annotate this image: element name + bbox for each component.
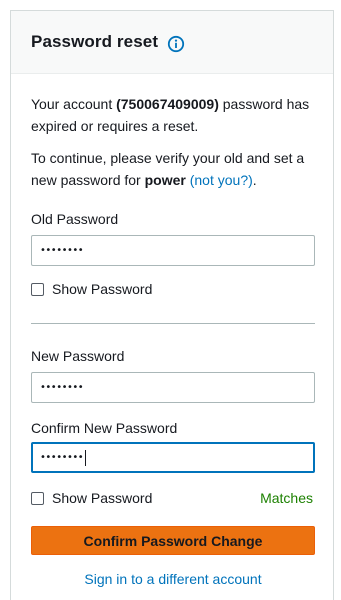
account-expired-message: Your account (750067409009) password has…	[31, 93, 321, 137]
new-password-value: ••••••••	[40, 382, 84, 393]
sign-in-different-account-link[interactable]: Sign in to a different account	[84, 571, 261, 587]
show-password-toggle-2[interactable]: Show Password	[31, 490, 152, 506]
page-title: Password reset	[31, 32, 159, 51]
info-icon[interactable]	[167, 35, 185, 53]
password-match-status: Matches	[260, 490, 313, 506]
old-password-input[interactable]: ••••••••	[31, 235, 315, 266]
show-password-toggle-1[interactable]: Show Password	[31, 281, 152, 297]
verify-instructions: To continue, please verify your old and …	[31, 147, 321, 191]
show-password-checkbox[interactable]	[31, 491, 44, 505]
new-password-input[interactable]: ••••••••	[31, 372, 315, 403]
old-password-value: ••••••••	[40, 245, 84, 256]
text-caret	[85, 449, 87, 466]
old-password-label: Old Password	[31, 211, 119, 227]
username: power	[144, 172, 186, 188]
show-password-label: Show Password	[52, 281, 153, 297]
confirm-password-change-button[interactable]: Confirm Password Change	[31, 526, 315, 555]
instruction-text: .	[252, 172, 257, 188]
message-text: Your account	[31, 96, 117, 112]
not-you-link[interactable]: (not you?)	[190, 172, 253, 188]
show-password-label: Show Password	[52, 490, 153, 506]
divider	[31, 323, 315, 324]
show-password-checkbox[interactable]	[31, 282, 44, 296]
confirm-password-input[interactable]: ••••••••	[31, 442, 315, 473]
password-reset-card: Password reset Your account (75006740900…	[10, 10, 334, 600]
account-id: (750067409009)	[116, 96, 219, 112]
different-account-row: Sign in to a different account	[11, 571, 335, 587]
confirm-password-label: Confirm New Password	[31, 420, 178, 436]
confirm-password-value: ••••••••	[40, 452, 84, 463]
new-password-label: New Password	[31, 348, 125, 364]
card-header: Password reset	[11, 11, 333, 74]
